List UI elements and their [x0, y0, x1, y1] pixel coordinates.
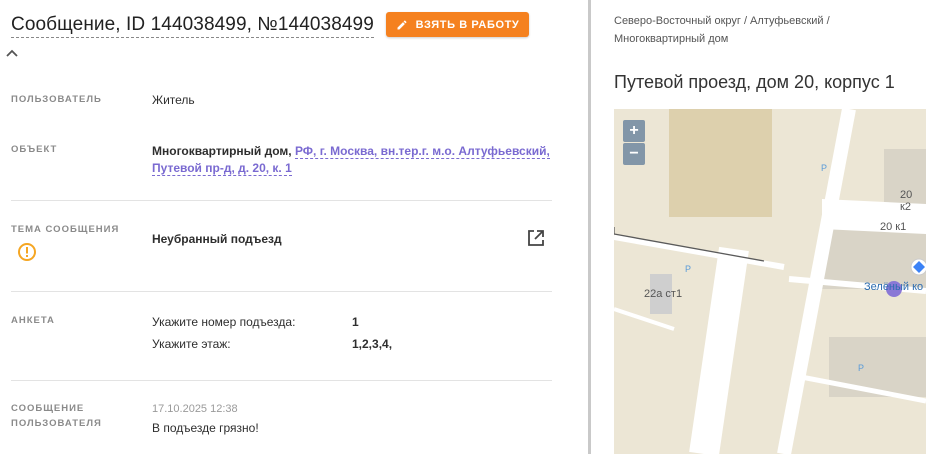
take-to-work-button[interactable]: ВЗЯТЬ В РАБОТУ	[386, 12, 529, 37]
page-title[interactable]: Сообщение, ID 144038499, №144038499	[11, 14, 374, 38]
survey-entrance-value: 1	[352, 315, 359, 329]
map-label-20k1: 20 к1	[880, 221, 907, 233]
message-label: СООБЩЕНИЕ ПОЛЬЗОВАТЕЛЯ	[11, 401, 102, 431]
parking-icon: P	[858, 363, 865, 373]
survey-label: АНКЕТА	[11, 315, 55, 326]
survey-floor-key: Укажите этаж:	[152, 337, 231, 351]
user-label: ПОЛЬЗОВАТЕЛЬ	[11, 94, 102, 105]
divider	[11, 200, 552, 201]
breadcrumb: Северо-Восточный округ / Алтуфьевский / …	[614, 12, 914, 48]
topic-label: ТЕМА СООБЩЕНИЯ	[11, 224, 120, 235]
parking-icon: P	[685, 264, 692, 274]
message-label-line1: СООБЩЕНИЕ	[11, 403, 85, 414]
zoom-out-button[interactable]: −	[623, 143, 645, 165]
divider	[11, 291, 552, 292]
zoom-in-button[interactable]: +	[623, 120, 645, 142]
message-label-line2: ПОЛЬЗОВАТЕЛЯ	[11, 418, 102, 429]
map-label-green: Зелёный ко	[864, 281, 924, 293]
object-panel: Северо-Восточный округ / Алтуфьевский / …	[591, 0, 926, 454]
map-building	[669, 109, 772, 217]
chevron-up-icon[interactable]	[5, 47, 19, 61]
map-building	[822, 229, 926, 289]
warning-icon	[18, 243, 36, 261]
message-timestamp: 17.10.2025 12:38	[152, 403, 238, 415]
object-label: ОБЪЕКТ	[11, 144, 58, 155]
object-value: Многоквартирный дом, РФ, г. Москва, вн.т…	[152, 143, 550, 177]
pencil-icon	[397, 19, 407, 29]
message-text: В подъезде грязно!	[152, 421, 259, 435]
parking-icon: P	[821, 163, 828, 173]
survey-entrance-key: Укажите номер подъезда:	[152, 315, 296, 329]
message-details-panel: Сообщение, ID 144038499, №144038499 ВЗЯТ…	[0, 0, 588, 454]
object-address-link[interactable]: РФ, г. Москва, вн.тер.г. м.о. Алтуфьевск…	[294, 144, 550, 159]
map-label-22a: 22а ст1	[644, 288, 683, 300]
breadcrumb-line1[interactable]: Северо-Восточный округ / Алтуфьевский /	[614, 15, 830, 27]
divider	[11, 380, 552, 381]
survey-floor-value: 1,2,3,4,	[352, 337, 393, 351]
object-type: Многоквартирный дом,	[152, 144, 292, 158]
topic-value: Неубранный подъезд	[152, 232, 282, 246]
external-link-icon[interactable]	[527, 229, 545, 247]
take-to-work-label: ВЗЯТЬ В РАБОТУ	[415, 18, 520, 31]
user-value: Житель	[152, 93, 195, 107]
object-address-title: Путевой проезд, дом 20, корпус 1	[614, 72, 895, 92]
map-building	[829, 337, 926, 397]
map-label-20k2: 20 к2	[900, 189, 913, 213]
breadcrumb-line2[interactable]: Многоквартирный дом	[614, 33, 728, 45]
map[interactable]: + − 20 к2 20 к1 22а ст1 Зелёный ко P P P	[614, 109, 926, 454]
object-address-link-line2[interactable]: Путевой пр-д, д. 20, к. 1	[152, 161, 292, 176]
